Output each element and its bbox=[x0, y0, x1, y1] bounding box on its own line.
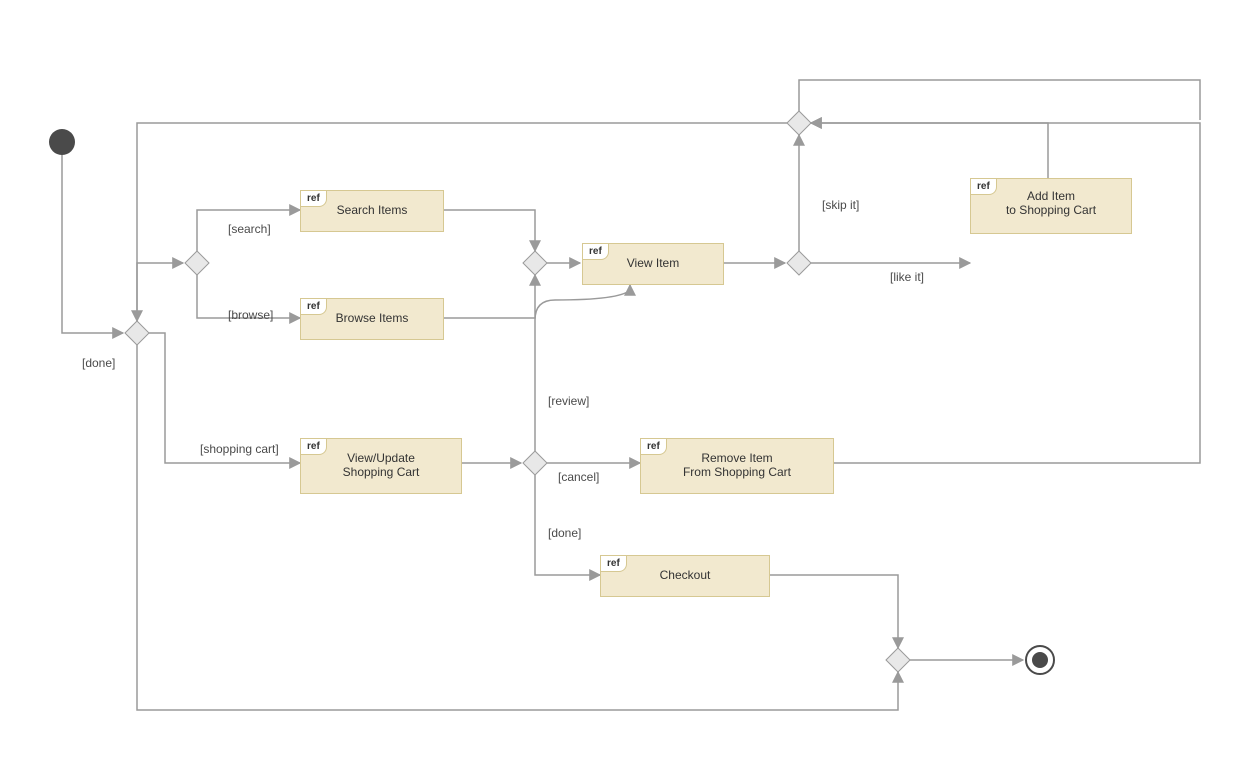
guard-like-it: [like it] bbox=[890, 270, 924, 284]
merge-top bbox=[787, 111, 811, 135]
merge-final bbox=[886, 648, 910, 672]
guard-review: [review] bbox=[548, 394, 589, 408]
diagram-svg bbox=[0, 0, 1254, 770]
guard-search: [search] bbox=[228, 222, 271, 236]
decision-cart bbox=[523, 451, 547, 475]
ref-checkout: ref Checkout bbox=[600, 555, 770, 597]
ref-view-item: ref View Item bbox=[582, 243, 724, 285]
ref-browse-items: ref Browse Items bbox=[300, 298, 444, 340]
guard-skip-it: [skip it] bbox=[822, 198, 859, 212]
ref-remove-item: ref Remove Item From Shopping Cart bbox=[640, 438, 834, 494]
decision-main bbox=[125, 321, 149, 345]
guard-done2: [done] bbox=[548, 526, 581, 540]
ref-label: Add Item to Shopping Cart bbox=[971, 189, 1131, 217]
merge-viewitem-in bbox=[523, 251, 547, 275]
guard-browse: [browse] bbox=[228, 308, 273, 322]
guard-cancel: [cancel] bbox=[558, 470, 599, 484]
decision-searchbrowse bbox=[185, 251, 209, 275]
final-node-dot bbox=[1032, 652, 1048, 668]
ref-label: Browse Items bbox=[301, 311, 443, 325]
ref-add-item: ref Add Item to Shopping Cart bbox=[970, 178, 1132, 234]
decision-likeit bbox=[787, 251, 811, 275]
guard-done: [done] bbox=[82, 356, 115, 370]
ref-label: View Item bbox=[583, 256, 723, 270]
initial-node bbox=[49, 129, 75, 155]
activity-diagram: ref Search Items ref Browse Items ref Vi… bbox=[0, 0, 1254, 770]
ref-view-cart: ref View/Update Shopping Cart bbox=[300, 438, 462, 494]
ref-label: Remove Item From Shopping Cart bbox=[641, 451, 833, 479]
ref-search-items: ref Search Items bbox=[300, 190, 444, 232]
ref-label: Checkout bbox=[601, 568, 769, 582]
ref-label: View/Update Shopping Cart bbox=[301, 451, 461, 479]
ref-label: Search Items bbox=[301, 203, 443, 217]
guard-shopping-cart: [shopping cart] bbox=[200, 442, 279, 456]
